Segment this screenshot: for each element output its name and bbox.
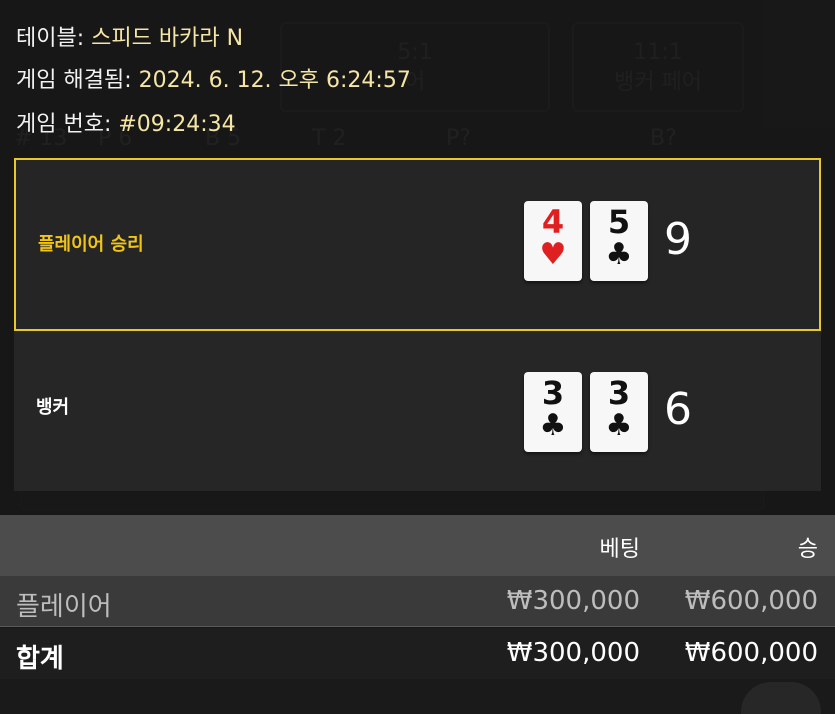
total-bet-amount: ₩300,000 (506, 638, 640, 668)
banker-card-1: 3 ♣ (524, 372, 582, 452)
club-suit-icon: ♣ (605, 237, 633, 272)
table-row: 플레이어 ₩300,000 ₩600,000 (0, 576, 835, 627)
card-rank: 3 (607, 374, 631, 412)
bet-summary-header: 베팅 승 (0, 515, 835, 576)
player-card-2: 5 ♣ (590, 201, 648, 281)
bottom-strip (0, 679, 835, 714)
game-number-line: 게임 번호: #09:24:34 (16, 106, 236, 138)
game-number-label: 게임 번호: (16, 112, 112, 137)
card-rank: 5 (607, 203, 631, 241)
resolved-label: 게임 해결됨: (16, 68, 132, 93)
player-card-1: 4 ♥ (524, 201, 582, 281)
banker-hand-row: 뱅커 3 ♣ 3 ♣ 6 (14, 331, 821, 491)
club-suit-icon: ♣ (605, 408, 633, 443)
resolved-value: 2024. 6. 12. 오후 6:24:57 (138, 68, 411, 93)
banker-label: 뱅커 (36, 397, 70, 418)
total-win-amount: ₩600,000 (684, 638, 818, 668)
table-value: 스피드 바카라 N (91, 26, 244, 51)
total-label: 합계 (16, 644, 64, 674)
table-name-line: 테이블: 스피드 바카라 N (16, 20, 243, 52)
player-score: 9 (664, 214, 692, 265)
win-amount-cell: ₩600,000 (684, 586, 818, 616)
card-rank: 4 (541, 203, 565, 241)
table-label: 테이블: (16, 26, 85, 51)
player-hand-row: 플레이어 승리 4 ♥ 5 ♣ 9 (14, 158, 821, 331)
player-result-label: 플레이어 승리 (38, 234, 144, 255)
win-column-header: 승 (797, 537, 818, 562)
total-row: 합계 ₩300,000 ₩600,000 (0, 628, 835, 679)
bet-name-cell: 플레이어 (16, 592, 112, 622)
bet-amount-cell: ₩300,000 (506, 586, 640, 616)
heart-suit-icon: ♥ (539, 237, 567, 272)
game-resolved-line: 게임 해결됨: 2024. 6. 12. 오후 6:24:57 (16, 62, 411, 94)
banker-score: 6 (664, 384, 692, 435)
card-rank: 3 (541, 374, 565, 412)
bet-column-header: 베팅 (599, 537, 640, 562)
banker-card-2: 3 ♣ (590, 372, 648, 452)
club-suit-icon: ♣ (539, 408, 567, 443)
game-number-value: #09:24:34 (118, 112, 236, 137)
